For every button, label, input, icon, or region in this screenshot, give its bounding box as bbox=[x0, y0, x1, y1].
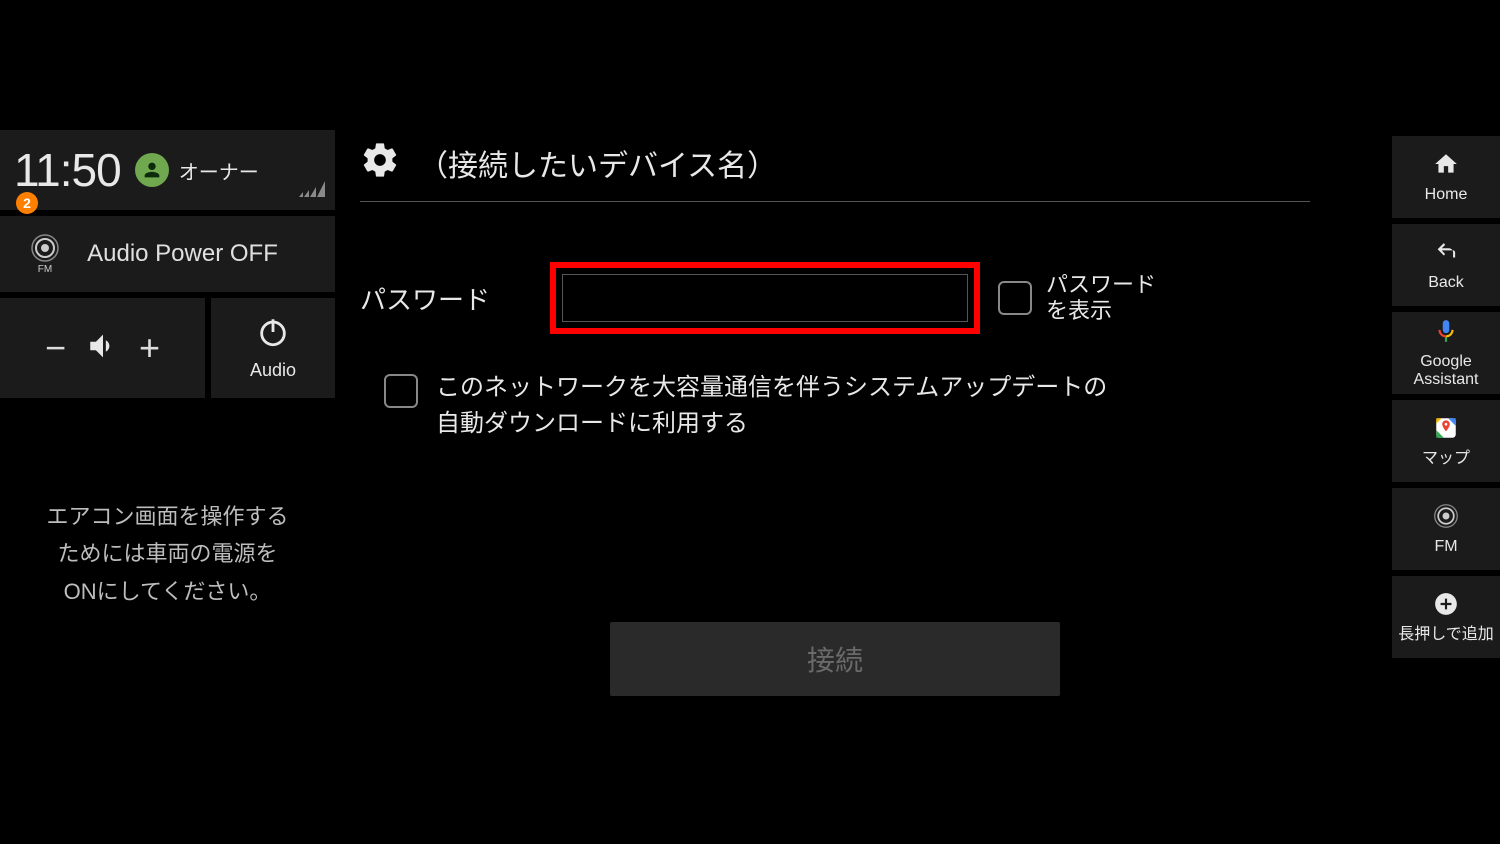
password-input-highlight bbox=[550, 262, 980, 334]
status-bar: 11:50 2 オーナー bbox=[0, 130, 335, 210]
radio-icon: FM bbox=[30, 233, 60, 275]
ac-message-line: ためには車両の電源を bbox=[28, 535, 307, 572]
nav-maps[interactable]: マップ bbox=[1392, 400, 1500, 482]
auto-download-checkbox[interactable] bbox=[384, 374, 418, 408]
user-avatar-icon bbox=[135, 153, 169, 187]
auto-download-group[interactable]: このネットワークを大容量通信を伴うシステムアップデートの 自動ダウンロードに利用… bbox=[384, 370, 1310, 442]
main-content: （接続したいデバイス名） パスワード パスワード を表示 このネットワークを大容… bbox=[360, 140, 1310, 696]
connect-button[interactable]: 接続 bbox=[610, 622, 1060, 696]
audio-power-button-label: Audio bbox=[250, 360, 296, 381]
nav-add-label: 長押しで追加 bbox=[1398, 626, 1494, 644]
nav-back[interactable]: Back bbox=[1392, 224, 1500, 306]
volume-down-button[interactable]: − bbox=[26, 327, 86, 369]
nav-assistant-label: Google Assistant bbox=[1414, 353, 1479, 388]
user-profile[interactable]: オーナー bbox=[135, 153, 259, 187]
clock: 11:50 bbox=[14, 143, 121, 197]
ac-message: エアコン画面を操作する ためには車両の電源を ONにしてください。 bbox=[0, 498, 335, 610]
audio-power-label: Audio Power OFF bbox=[87, 240, 278, 268]
audio-status[interactable]: FM Audio Power OFF bbox=[0, 216, 335, 292]
gear-icon bbox=[360, 140, 400, 185]
notification-badge[interactable]: 2 bbox=[16, 192, 38, 214]
nav-fm[interactable]: FM bbox=[1392, 488, 1500, 570]
nav-maps-label: マップ bbox=[1422, 450, 1470, 468]
signal-icon bbox=[299, 181, 325, 202]
volume-up-button[interactable]: + bbox=[120, 327, 180, 369]
screen: 11:50 2 オーナー FM Audio Power OFF − bbox=[0, 0, 1500, 844]
fm-sublabel: FM bbox=[30, 264, 60, 275]
left-panel: 11:50 2 オーナー FM Audio Power OFF − bbox=[0, 130, 335, 610]
user-name: オーナー bbox=[179, 156, 259, 185]
volume-controls-row: − + Audio bbox=[0, 298, 335, 398]
ac-message-line: ONにしてください。 bbox=[28, 573, 307, 610]
show-password-checkbox[interactable] bbox=[998, 281, 1032, 315]
show-password-group[interactable]: パスワード を表示 bbox=[998, 272, 1156, 325]
password-input[interactable] bbox=[562, 274, 968, 322]
plus-circle-icon bbox=[1433, 591, 1459, 622]
home-icon bbox=[1433, 151, 1459, 182]
ac-message-line: エアコン画面を操作する bbox=[28, 498, 307, 535]
speaker-icon bbox=[86, 329, 120, 368]
right-nav: Home Back Google Assistant bbox=[1392, 136, 1500, 658]
nav-fm-label: FM bbox=[1434, 538, 1457, 556]
password-label: パスワード bbox=[360, 280, 550, 317]
volume-box: − + bbox=[0, 298, 205, 398]
settings-header: （接続したいデバイス名） bbox=[360, 140, 1310, 202]
maps-icon bbox=[1433, 415, 1459, 446]
back-icon bbox=[1433, 239, 1459, 270]
nav-google-assistant[interactable]: Google Assistant bbox=[1392, 312, 1500, 394]
power-icon bbox=[256, 315, 290, 354]
password-row: パスワード パスワード を表示 bbox=[360, 262, 1310, 334]
nav-home[interactable]: Home bbox=[1392, 136, 1500, 218]
nav-add[interactable]: 長押しで追加 bbox=[1392, 576, 1500, 658]
audio-power-button[interactable]: Audio bbox=[211, 298, 335, 398]
fm-radio-icon bbox=[1433, 503, 1459, 534]
page-title: （接続したいデバイス名） bbox=[418, 141, 777, 185]
auto-download-label: このネットワークを大容量通信を伴うシステムアップデートの 自動ダウンロードに利用… bbox=[436, 370, 1107, 442]
show-password-label: パスワード を表示 bbox=[1046, 272, 1156, 325]
nav-home-label: Home bbox=[1425, 186, 1468, 204]
nav-back-label: Back bbox=[1428, 274, 1464, 292]
google-assistant-mic-icon bbox=[1433, 318, 1459, 349]
